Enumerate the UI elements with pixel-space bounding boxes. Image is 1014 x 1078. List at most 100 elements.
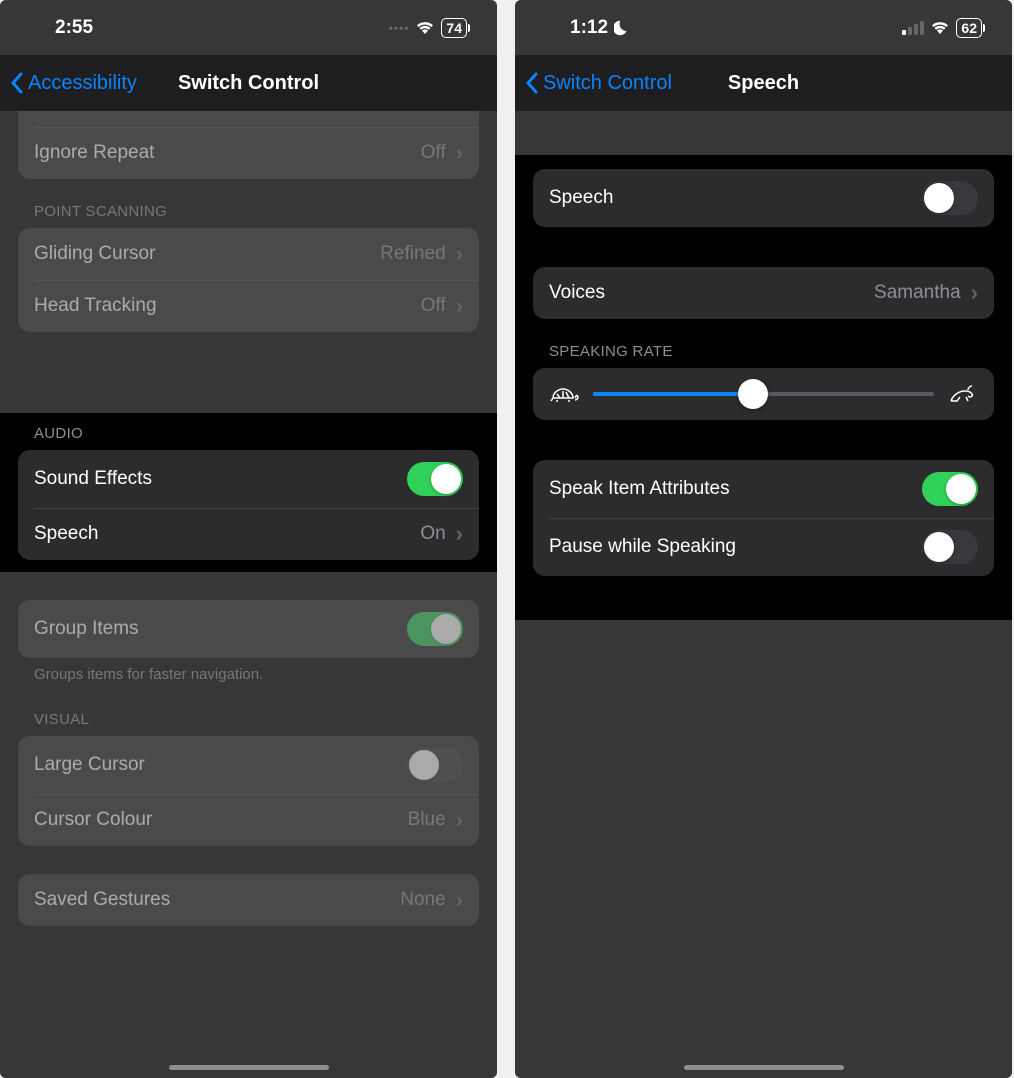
speaking-rate-group xyxy=(533,368,994,420)
cellular-icon xyxy=(902,21,924,35)
highlight-speech-section: Speech Voices Samantha › SPEAKING RATE xyxy=(515,155,1012,590)
row-gliding-cursor[interactable]: Gliding Cursor Refined › xyxy=(18,228,479,280)
home-indicator[interactable] xyxy=(684,1065,844,1070)
phone-switch-control: 2:55 •••• 74 Accessibility Switch Contro… xyxy=(0,0,497,1078)
battery-icon: 62 xyxy=(956,18,982,38)
row-label: Speech xyxy=(34,523,98,545)
speak-options-group: Speak Item Attributes Pause while Speaki… xyxy=(533,460,994,576)
visual-group: Large Cursor Cursor Colour Blue› xyxy=(18,736,479,846)
section-header-audio: AUDIO xyxy=(18,413,479,450)
large-cursor-toggle[interactable] xyxy=(407,748,463,782)
row-value: Off xyxy=(421,111,446,112)
cellular-icon: •••• xyxy=(389,21,410,35)
timing-group: Hold Duration Off › Ignore Repeat Off › xyxy=(18,111,479,179)
status-bar: 2:55 •••• 74 xyxy=(0,0,497,55)
row-value: Off xyxy=(421,295,446,317)
row-hold-duration[interactable]: Hold Duration Off › xyxy=(18,111,479,127)
section-header-point-scanning: POINT SCANNING xyxy=(18,179,479,228)
chevron-right-icon: › xyxy=(456,521,463,547)
row-value: Refined xyxy=(380,243,446,265)
status-time: 2:55 xyxy=(55,17,93,39)
row-label: Saved Gestures xyxy=(34,889,170,911)
chevron-right-icon: › xyxy=(456,111,463,114)
chevron-right-icon: › xyxy=(971,280,978,306)
speech-toggle[interactable] xyxy=(922,181,978,215)
row-ignore-repeat[interactable]: Ignore Repeat Off › xyxy=(18,127,479,179)
sound-effects-toggle[interactable] xyxy=(407,462,463,496)
row-label: Sound Effects xyxy=(34,468,152,490)
nav-bar: Accessibility Switch Control xyxy=(0,55,497,111)
back-button[interactable]: Accessibility xyxy=(10,72,137,95)
slider-thumb[interactable] xyxy=(738,379,768,409)
speak-attrs-toggle[interactable] xyxy=(922,472,978,506)
row-label: Voices xyxy=(549,282,605,304)
battery-icon: 74 xyxy=(441,18,467,38)
group-items-group: Group Items xyxy=(18,600,479,658)
home-indicator[interactable] xyxy=(169,1065,329,1070)
row-label: Pause while Speaking xyxy=(549,536,736,558)
row-sound-effects[interactable]: Sound Effects xyxy=(18,450,479,508)
nav-title: Switch Control xyxy=(178,72,319,95)
row-speech-toggle[interactable]: Speech xyxy=(533,169,994,227)
row-value: Off xyxy=(421,142,446,164)
row-group-items[interactable]: Group Items xyxy=(18,600,479,658)
status-bar: 1:12 62 xyxy=(515,0,1012,55)
row-voices[interactable]: Voices Samantha › xyxy=(533,267,994,319)
chevron-right-icon: › xyxy=(456,140,463,166)
slider-fill xyxy=(593,392,753,396)
audio-group: Sound Effects Speech On › xyxy=(18,450,479,560)
section-footer-group-items: Groups items for faster navigation. xyxy=(18,658,479,687)
settings-scroll[interactable]: Speech Voices Samantha › SPEAKING RATE xyxy=(515,111,1012,1078)
slider-track[interactable] xyxy=(593,392,934,396)
back-button[interactable]: Switch Control xyxy=(525,72,672,95)
group-items-toggle[interactable] xyxy=(407,612,463,646)
highlight-audio-section: AUDIO Sound Effects Speech On › xyxy=(0,413,497,572)
tortoise-icon xyxy=(549,384,579,404)
row-value: None xyxy=(400,889,445,911)
voices-group: Voices Samantha › xyxy=(533,267,994,319)
row-label: Hold Duration xyxy=(34,111,150,112)
point-scanning-group: Gliding Cursor Refined › Head Tracking Of… xyxy=(18,228,479,332)
pause-speaking-toggle[interactable] xyxy=(922,530,978,564)
section-header-visual: VISUAL xyxy=(18,687,479,736)
chevron-right-icon: › xyxy=(456,887,463,913)
section-header-speaking-rate: SPEAKING RATE xyxy=(533,319,994,368)
row-label: Head Tracking xyxy=(34,295,157,317)
hare-icon xyxy=(948,384,978,404)
row-value: Blue xyxy=(408,809,446,831)
row-pause-while-speaking[interactable]: Pause while Speaking xyxy=(533,518,994,576)
phone-speech: 1:12 62 Switch Control Speech xyxy=(515,0,1012,1078)
nav-bar: Switch Control Speech xyxy=(515,55,1012,111)
back-label: Switch Control xyxy=(543,72,672,95)
row-large-cursor[interactable]: Large Cursor xyxy=(18,736,479,794)
status-right: •••• 74 xyxy=(389,18,467,38)
do-not-disturb-icon xyxy=(614,19,632,37)
back-label: Accessibility xyxy=(28,72,137,95)
chevron-right-icon: › xyxy=(456,241,463,267)
row-label: Gliding Cursor xyxy=(34,243,155,265)
row-cursor-colour[interactable]: Cursor Colour Blue› xyxy=(18,794,479,846)
chevron-left-icon xyxy=(525,72,539,94)
row-speak-item-attributes[interactable]: Speak Item Attributes xyxy=(533,460,994,518)
row-speech[interactable]: Speech On › xyxy=(18,508,479,560)
nav-title: Speech xyxy=(728,72,799,95)
settings-scroll[interactable]: Hold Duration Off › Ignore Repeat Off › PO… xyxy=(0,111,497,1078)
row-value: On xyxy=(420,523,445,545)
speaking-rate-slider[interactable] xyxy=(533,368,994,420)
row-label: Ignore Repeat xyxy=(34,142,154,164)
row-label: Large Cursor xyxy=(34,754,145,776)
chevron-left-icon xyxy=(10,72,24,94)
chevron-right-icon: › xyxy=(456,293,463,319)
row-saved-gestures[interactable]: Saved Gestures None › xyxy=(18,874,479,926)
row-label: Speech xyxy=(549,187,613,209)
wifi-icon xyxy=(415,21,435,35)
row-label: Speak Item Attributes xyxy=(549,478,730,500)
chevron-right-icon: › xyxy=(456,807,463,833)
row-head-tracking[interactable]: Head Tracking Off › xyxy=(18,280,479,332)
saved-gestures-group: Saved Gestures None › xyxy=(18,874,479,926)
status-right: 62 xyxy=(902,18,982,38)
speech-toggle-group: Speech xyxy=(533,169,994,227)
row-value: Samantha xyxy=(874,282,961,304)
wifi-icon xyxy=(930,21,950,35)
row-label: Group Items xyxy=(34,618,139,640)
